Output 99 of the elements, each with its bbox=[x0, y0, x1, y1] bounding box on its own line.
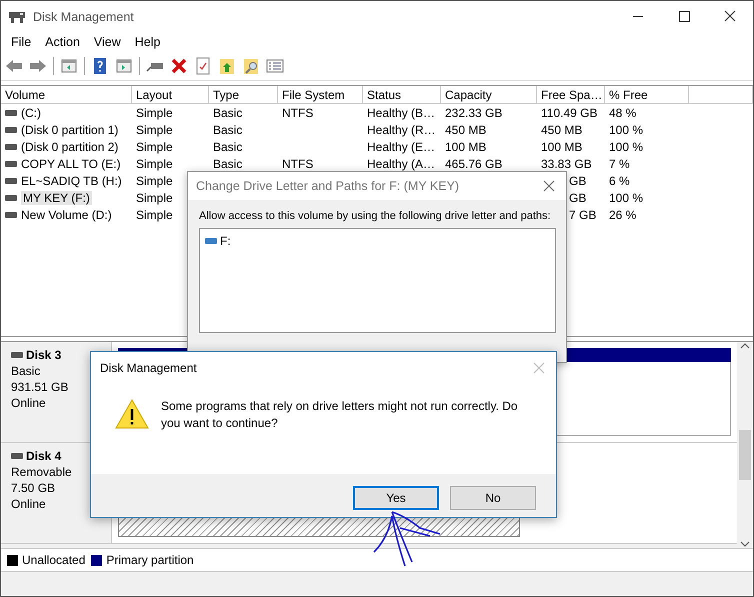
table-cell: Basic bbox=[213, 140, 242, 154]
table-cell: Healthy (A… bbox=[367, 156, 436, 170]
table-cell: GB bbox=[569, 174, 586, 188]
table-cell: Healthy (E… bbox=[367, 140, 436, 154]
folder-up-icon[interactable] bbox=[218, 57, 236, 75]
menu-item[interactable]: Action bbox=[39, 35, 88, 49]
column-header[interactable]: Status bbox=[363, 86, 441, 104]
close-icon[interactable] bbox=[542, 179, 556, 193]
legend-label: Unallocated bbox=[22, 553, 86, 567]
dialog-button[interactable]: No bbox=[450, 486, 536, 510]
table-cell[interactable]: EL~SADIQ TB (H:) bbox=[21, 174, 122, 188]
column-header[interactable]: Layout bbox=[132, 86, 209, 104]
dialog-title: Disk Management bbox=[100, 361, 197, 375]
table-cell: 7 GB bbox=[569, 208, 596, 222]
action-pane-icon[interactable] bbox=[115, 57, 133, 75]
drive-icon bbox=[11, 453, 23, 459]
table-cell: 100 MB bbox=[541, 140, 582, 154]
table-cell: 450 MB bbox=[541, 122, 582, 136]
scroll-up-icon[interactable] bbox=[740, 342, 750, 350]
table-cell: 100 % bbox=[609, 190, 644, 204]
delete-icon[interactable] bbox=[170, 57, 188, 75]
console-tree-icon[interactable] bbox=[60, 57, 78, 75]
dialog-title: Change Drive Letter and Paths for F: (MY KEY) bbox=[196, 179, 460, 193]
disk-status: Online bbox=[11, 396, 47, 410]
column-header[interactable]: Capacity bbox=[441, 86, 537, 104]
column-header[interactable]: % Free bbox=[605, 86, 689, 104]
back-arrow-icon[interactable] bbox=[5, 57, 23, 75]
table-cell: 100 MB bbox=[445, 140, 486, 154]
drive-icon bbox=[5, 194, 17, 200]
column-header[interactable]: Type bbox=[209, 86, 278, 104]
menu-item[interactable]: View bbox=[88, 35, 129, 49]
path-item[interactable]: F: bbox=[220, 234, 231, 248]
warning-icon bbox=[115, 399, 149, 429]
disk-status: Online bbox=[11, 497, 47, 511]
checklist-icon[interactable] bbox=[266, 57, 284, 75]
disk-size: 7.50 GB bbox=[11, 481, 56, 495]
disk-name: Disk 3 bbox=[26, 348, 62, 362]
legend-label: Primary partition bbox=[106, 553, 194, 567]
disk-name: Disk 4 bbox=[26, 449, 62, 463]
table-cell: 7 % bbox=[609, 156, 630, 170]
table-cell[interactable]: MY KEY (F:) bbox=[21, 190, 92, 204]
column-header[interactable]: Volume bbox=[1, 86, 132, 104]
table-cell: NTFS bbox=[282, 156, 314, 170]
table-cell: GB bbox=[569, 190, 586, 204]
table-cell: Simple bbox=[136, 190, 173, 204]
disk-size: 931.51 GB bbox=[11, 380, 70, 394]
table-cell: Healthy (B… bbox=[367, 106, 436, 120]
table-cell: Basic bbox=[213, 156, 242, 170]
drive-icon bbox=[5, 178, 17, 184]
table-cell[interactable]: (C:) bbox=[21, 106, 41, 120]
scrollbar-thumb[interactable] bbox=[739, 430, 751, 480]
table-cell: 26 % bbox=[609, 208, 636, 222]
help-icon[interactable] bbox=[91, 57, 109, 75]
empty-column-header bbox=[689, 86, 753, 104]
dialog-button[interactable]: Yes bbox=[353, 486, 439, 510]
table-cell: Simple bbox=[136, 174, 173, 188]
menu-item[interactable]: Help bbox=[128, 35, 168, 49]
disk-type: Removable bbox=[11, 465, 73, 479]
table-cell: NTFS bbox=[282, 106, 314, 120]
table-cell[interactable]: COPY ALL TO (E:) bbox=[21, 156, 121, 170]
menu-item[interactable]: File bbox=[5, 35, 40, 49]
drive-icon bbox=[5, 110, 17, 116]
drive-icon bbox=[5, 126, 17, 132]
table-cell: 465.76 GB bbox=[445, 156, 502, 170]
table-cell: 33.83 GB bbox=[541, 156, 592, 170]
drive-icon bbox=[205, 238, 217, 244]
table-cell: Basic bbox=[213, 106, 242, 120]
table-cell[interactable]: (Disk 0 partition 1) bbox=[21, 122, 118, 136]
table-cell: Basic bbox=[213, 122, 242, 136]
table-cell: Simple bbox=[136, 156, 173, 170]
window-title: Disk Management bbox=[33, 10, 135, 24]
table-cell: 100 % bbox=[609, 122, 644, 136]
properties-icon[interactable] bbox=[194, 57, 212, 75]
table-cell: 100 % bbox=[609, 140, 644, 154]
drive-icon bbox=[5, 212, 17, 218]
column-header[interactable]: Free Spa… bbox=[537, 86, 605, 104]
table-cell: Simple bbox=[136, 208, 173, 222]
table-cell[interactable]: (Disk 0 partition 2) bbox=[21, 140, 118, 154]
dialog-message: Some programs that rely on drive letters might not run correctly. Do you want to continue? bbox=[161, 398, 519, 432]
table-cell: Simple bbox=[136, 122, 173, 136]
drive-icon bbox=[5, 160, 17, 166]
table-cell: 232.33 GB bbox=[445, 106, 502, 120]
drive-icon bbox=[11, 352, 23, 358]
table-cell: 450 MB bbox=[445, 122, 486, 136]
disk-management-icon bbox=[9, 10, 25, 24]
column-header[interactable]: File System bbox=[278, 86, 363, 104]
partition-block[interactable] bbox=[118, 517, 520, 537]
table-cell: 48 % bbox=[609, 106, 636, 120]
table-cell[interactable]: New Volume (D:) bbox=[21, 208, 112, 222]
forward-arrow-icon[interactable] bbox=[29, 57, 47, 75]
folder-search-icon[interactable] bbox=[242, 57, 260, 75]
drive-icon bbox=[5, 144, 17, 150]
table-cell: 6 % bbox=[609, 174, 630, 188]
scroll-down-icon[interactable] bbox=[740, 540, 750, 548]
table-cell: 110.49 GB bbox=[541, 106, 598, 120]
table-cell: Simple bbox=[136, 106, 173, 120]
table-cell: Healthy (R… bbox=[367, 122, 436, 136]
dialog-prompt: Allow access to this volume by using the following drive letter and paths: bbox=[198, 209, 552, 222]
table-cell: Simple bbox=[136, 140, 173, 154]
